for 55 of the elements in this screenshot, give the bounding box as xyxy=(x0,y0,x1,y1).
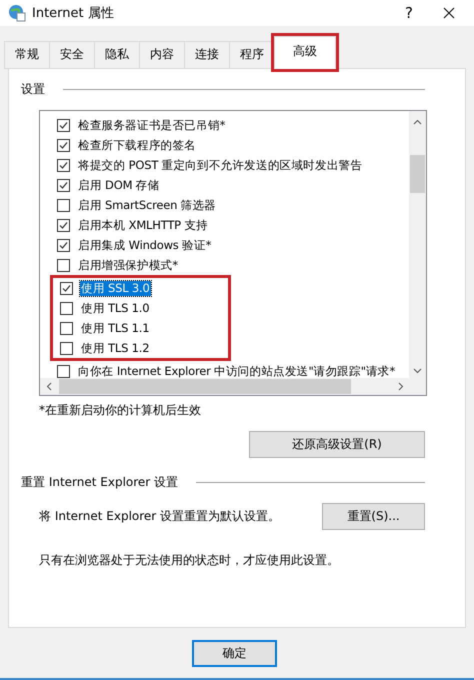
checkbox[interactable] xyxy=(60,322,73,334)
window-title: Internet 属性 xyxy=(32,5,115,22)
help-button[interactable]: ? xyxy=(392,4,426,22)
group-title: 设置 xyxy=(21,81,45,98)
checkbox[interactable] xyxy=(60,282,73,294)
checkbox[interactable] xyxy=(57,218,70,232)
check-mark-icon xyxy=(62,284,71,292)
checkbox[interactable] xyxy=(57,118,70,132)
chevron-left-icon xyxy=(46,382,52,391)
vertical-scrollbar[interactable] xyxy=(409,111,426,378)
chevron-down-icon xyxy=(413,368,422,374)
setting-label[interactable]: 启用增强保护模式* xyxy=(77,258,179,272)
checkbox[interactable] xyxy=(57,138,70,152)
checkbox[interactable] xyxy=(57,364,70,378)
check-mark-icon xyxy=(59,120,68,130)
chevron-up-icon xyxy=(413,119,422,125)
setting-label[interactable]: 向你在 Internet Explorer 中访问的站点发送"请勿跟踪"请求* xyxy=(77,364,396,378)
setting-label[interactable]: 使用 TLS 1.1 xyxy=(80,320,150,336)
restore-advanced-button[interactable]: 还原高级设置(R) xyxy=(249,431,425,458)
scroll-thumb[interactable] xyxy=(410,155,425,193)
setting-label[interactable]: 使用 TLS 1.2 xyxy=(80,340,150,356)
setting-label[interactable]: 检查所下载程序的签名 xyxy=(77,138,198,152)
reset-warning: 只有在浏览器处于无法使用的状态时，才应使用此设置。 xyxy=(39,552,340,569)
check-mark-icon xyxy=(59,240,68,250)
check-mark-icon xyxy=(59,140,68,150)
setting-label[interactable]: 检查服务器证书是否已吊销* xyxy=(77,118,226,132)
checkbox[interactable] xyxy=(60,302,73,314)
close-icon xyxy=(443,7,455,19)
chevron-right-icon xyxy=(398,382,404,391)
restart-note: *在重新启动你的计算机后生效 xyxy=(39,402,202,419)
tab[interactable]: 常规 xyxy=(4,41,50,69)
horizontal-scrollbar[interactable] xyxy=(40,378,426,395)
setting-label[interactable]: 启用集成 Windows 验证* xyxy=(77,238,212,252)
setting-label[interactable]: 启用 DOM 存储 xyxy=(77,178,160,192)
setting-label[interactable]: 启用 SmartScreen 筛选器 xyxy=(77,198,218,212)
group-title: 重置 Internet Explorer 设置 xyxy=(21,474,178,491)
setting-label[interactable]: 将提交的 POST 重定向到不允许发送的区域时发出警告 xyxy=(77,158,364,172)
globe-icon xyxy=(8,4,26,22)
checkbox[interactable] xyxy=(57,198,70,212)
setting-label[interactable]: 使用 SSL 3.0 xyxy=(80,280,151,296)
reset-description: 将 Internet Explorer 设置重置为默认设置。 xyxy=(39,508,280,525)
setting-label[interactable]: 使用 TLS 1.0 xyxy=(80,300,150,316)
checkbox[interactable] xyxy=(57,158,70,172)
reset-button[interactable]: 重置(S)... xyxy=(322,503,425,530)
tab[interactable]: 高级 xyxy=(274,36,336,69)
checkbox[interactable] xyxy=(57,178,70,192)
check-mark-icon xyxy=(59,180,68,190)
checkbox[interactable] xyxy=(60,342,73,354)
checkbox[interactable] xyxy=(57,238,70,252)
ok-button[interactable]: 确定 xyxy=(192,640,277,666)
setting-label[interactable]: 启用本机 XMLHTTP 支持 xyxy=(77,218,209,232)
check-mark-icon xyxy=(59,160,68,170)
checkbox[interactable] xyxy=(57,258,70,272)
check-mark-icon xyxy=(59,220,68,230)
scroll-thumb[interactable] xyxy=(59,379,351,394)
